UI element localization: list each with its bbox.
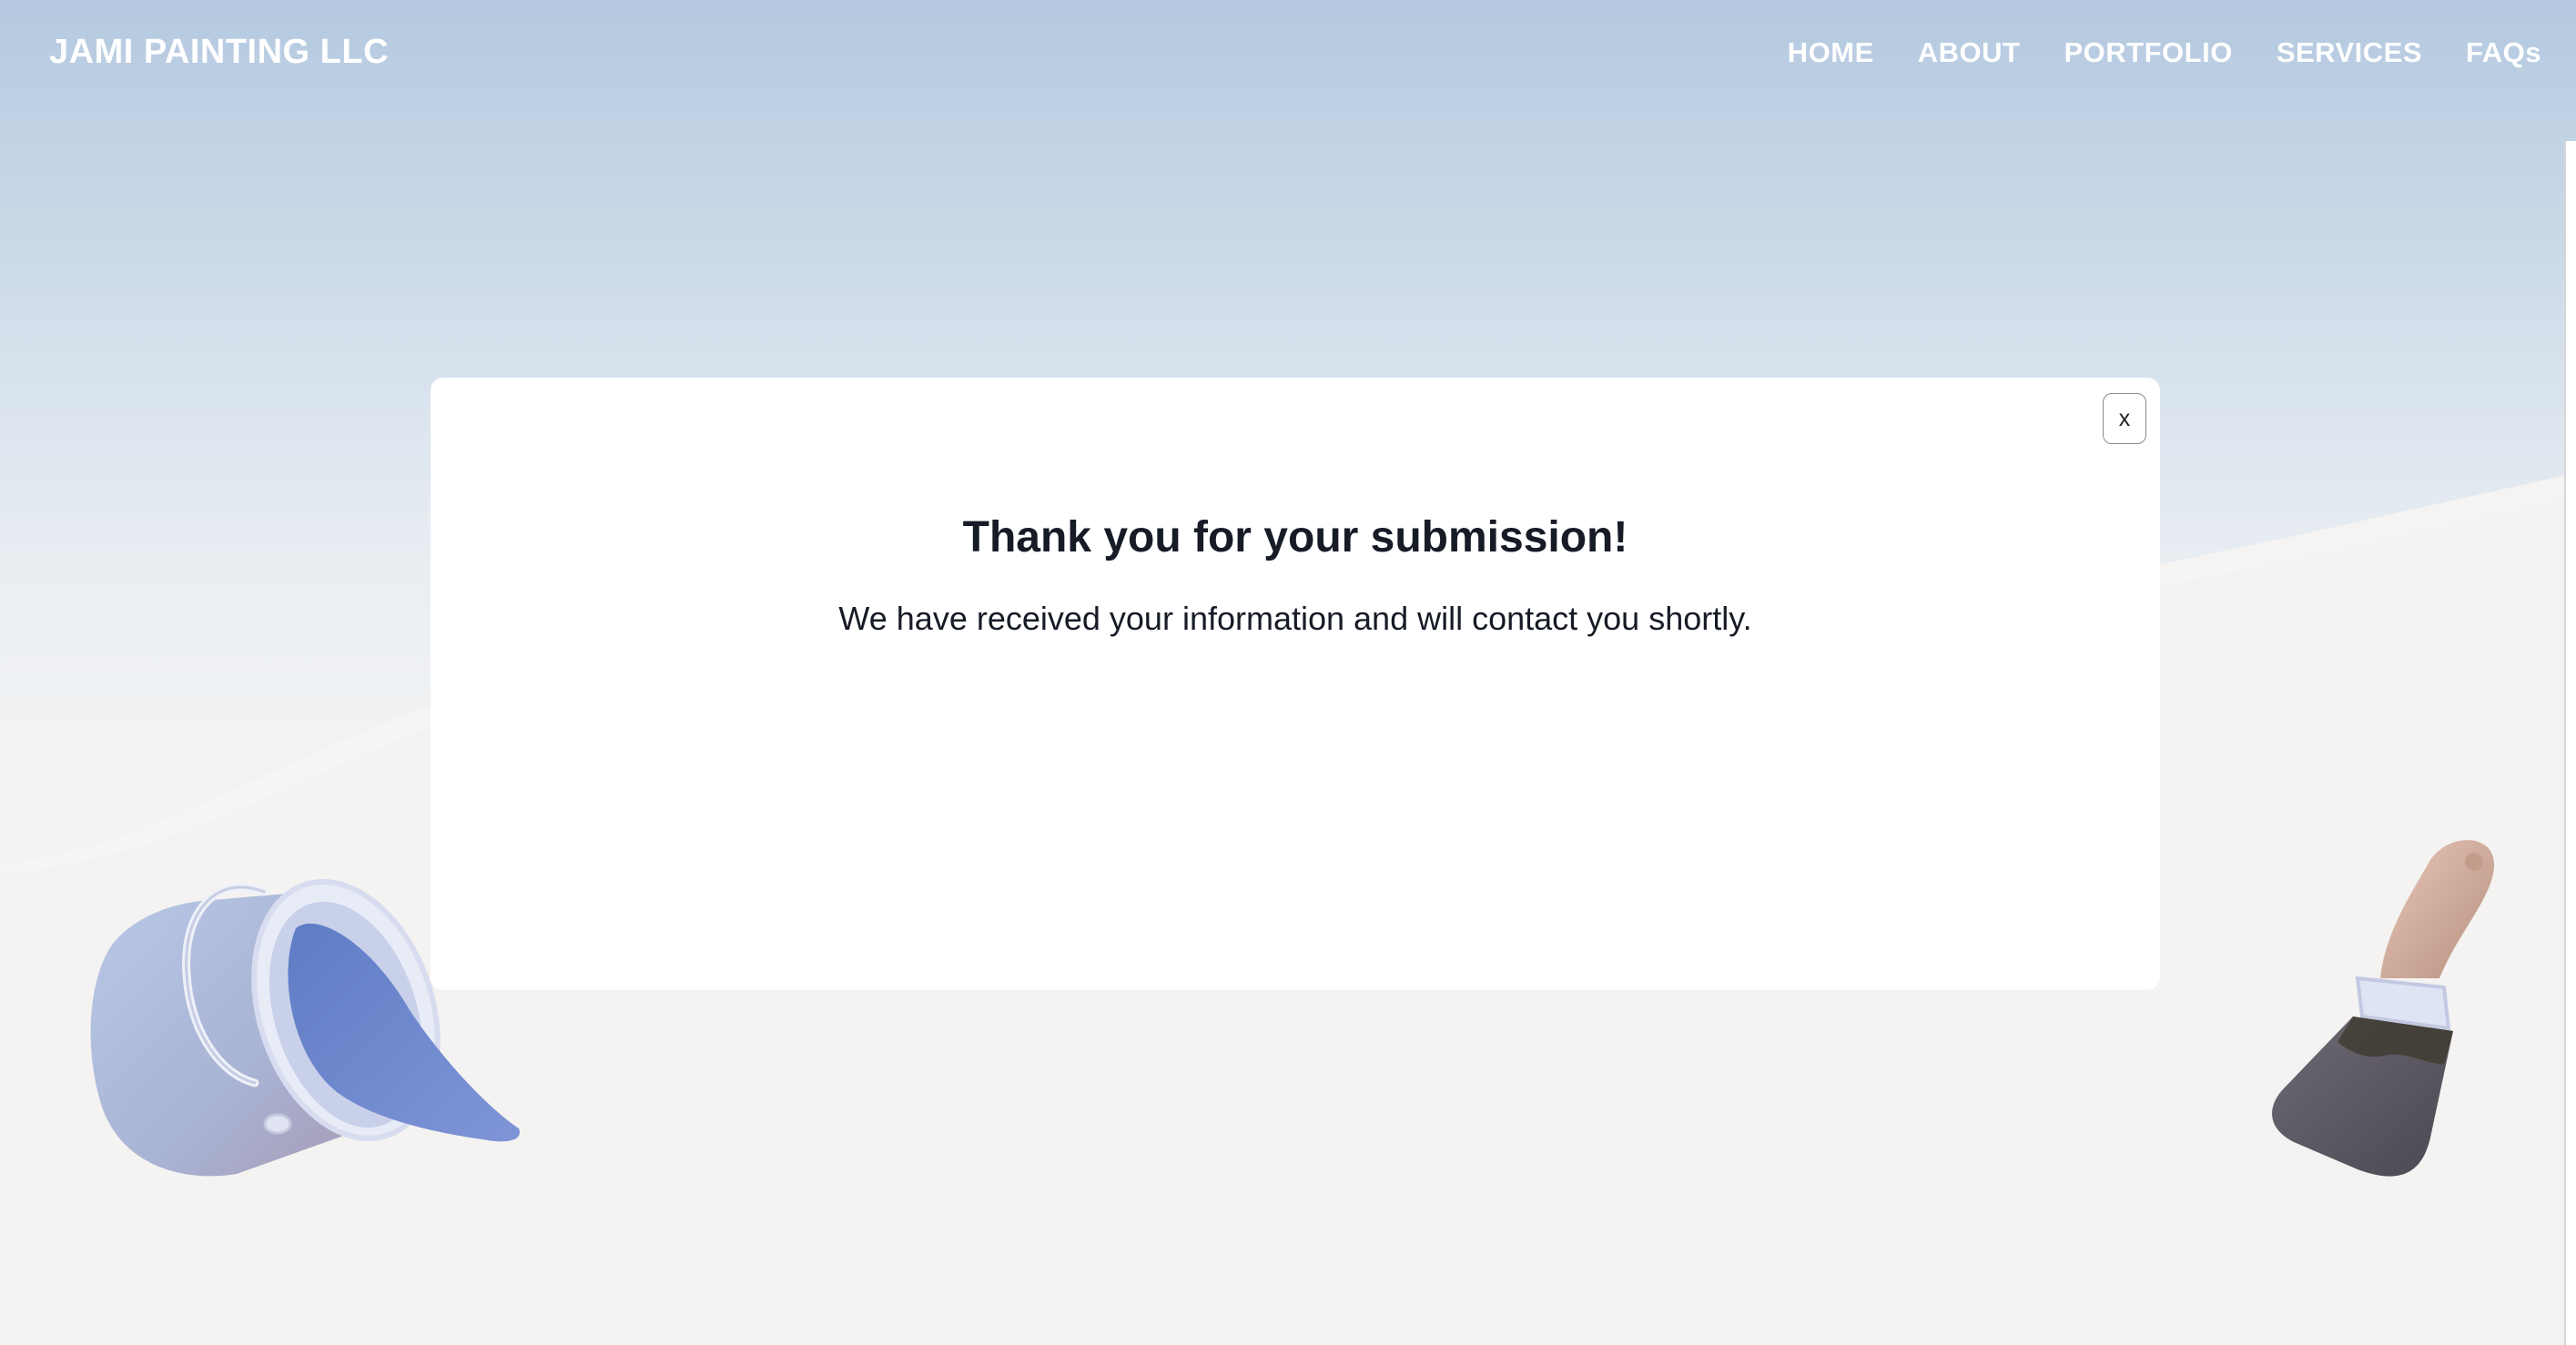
modal-message: We have received your information and wi…	[838, 600, 1752, 637]
page: JAMI PAINTING LLC HOME ABOUT PORTFOLIO S…	[0, 0, 2576, 1345]
paint-brush-icon	[2272, 840, 2494, 1177]
site-logo[interactable]: JAMI PAINTING LLC	[49, 33, 389, 72]
nav-services[interactable]: SERVICES	[2277, 36, 2422, 69]
nav-home[interactable]: HOME	[1788, 36, 1874, 69]
close-button[interactable]: x	[2103, 393, 2146, 444]
nav-about[interactable]: ABOUT	[1918, 36, 2021, 69]
nav-faqs[interactable]: FAQs	[2466, 36, 2541, 69]
nav-portfolio[interactable]: PORTFOLIO	[2064, 36, 2232, 69]
page-right-edge	[2564, 141, 2576, 1345]
site-header: JAMI PAINTING LLC HOME ABOUT PORTFOLIO S…	[0, 0, 2576, 109]
submission-modal: x Thank you for your submission! We have…	[431, 378, 2160, 990]
main-nav: HOME ABOUT PORTFOLIO SERVICES FAQs	[1788, 36, 2541, 69]
modal-title: Thank you for your submission!	[962, 513, 1628, 561]
